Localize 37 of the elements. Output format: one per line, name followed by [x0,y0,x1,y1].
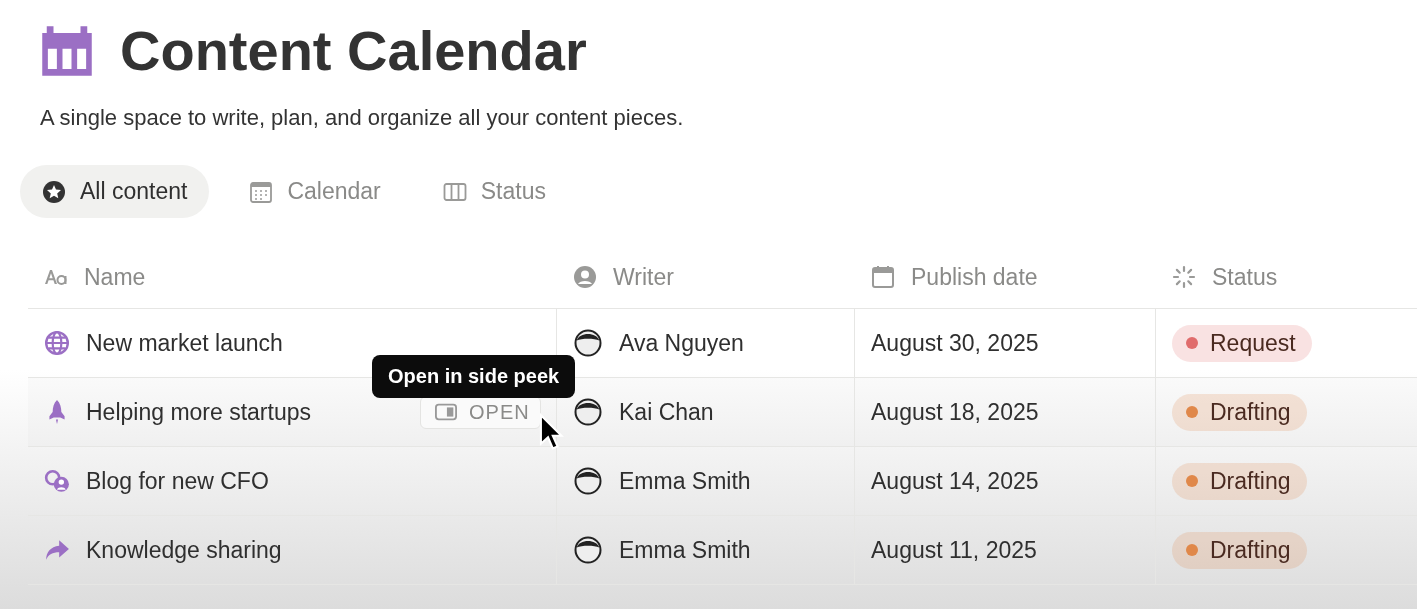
view-tab[interactable]: Status [420,165,568,218]
row-title[interactable]: Helping more startups [86,398,311,426]
calendar-icon [871,265,895,289]
status-tag: Request [1172,324,1312,362]
view-tab[interactable]: Calendar [227,165,403,218]
people-icon [44,468,70,494]
calendar-icon [249,179,274,204]
status-tag: Drafting [1172,462,1307,500]
page-description: A single space to write, plan, and organize all your content pieces. [40,105,685,131]
status-tag: Drafting [1172,393,1307,431]
publish-date: August 14, 2025 [871,467,1039,495]
tooltip: Open in side peek [372,355,576,398]
writer-name: Ava Nguyen [619,329,744,357]
row-title[interactable]: Blog for new CFO [86,467,269,495]
globe-icon [44,330,70,356]
column-header[interactable]: Status [1212,263,1278,291]
column-header[interactable]: Name [84,263,146,291]
avatar-icon [573,397,603,427]
writer-name: Emma Smith [619,536,751,564]
publish-date: August 11, 2025 [871,536,1037,564]
row-title[interactable]: New market launch [86,329,283,357]
publish-date: August 30, 2025 [871,329,1039,357]
avatar-icon [573,535,603,565]
avatar-icon [573,466,603,496]
row-title[interactable]: Knowledge sharing [86,536,282,564]
page-title: Content Calendar [120,18,587,83]
publish-date: August 18, 2025 [871,398,1039,426]
spinner-icon [1172,265,1196,289]
calendar-icon [40,23,94,78]
view-tab[interactable]: All content [20,165,210,218]
person-icon [573,265,597,289]
avatar-icon [573,328,603,358]
column-header[interactable]: Publish date [911,263,1038,291]
writer-name: Kai Chan [619,398,714,426]
writer-name: Emma Smith [619,467,751,495]
status-tag: Drafting [1172,531,1307,569]
column-header[interactable]: Writer [613,263,674,291]
